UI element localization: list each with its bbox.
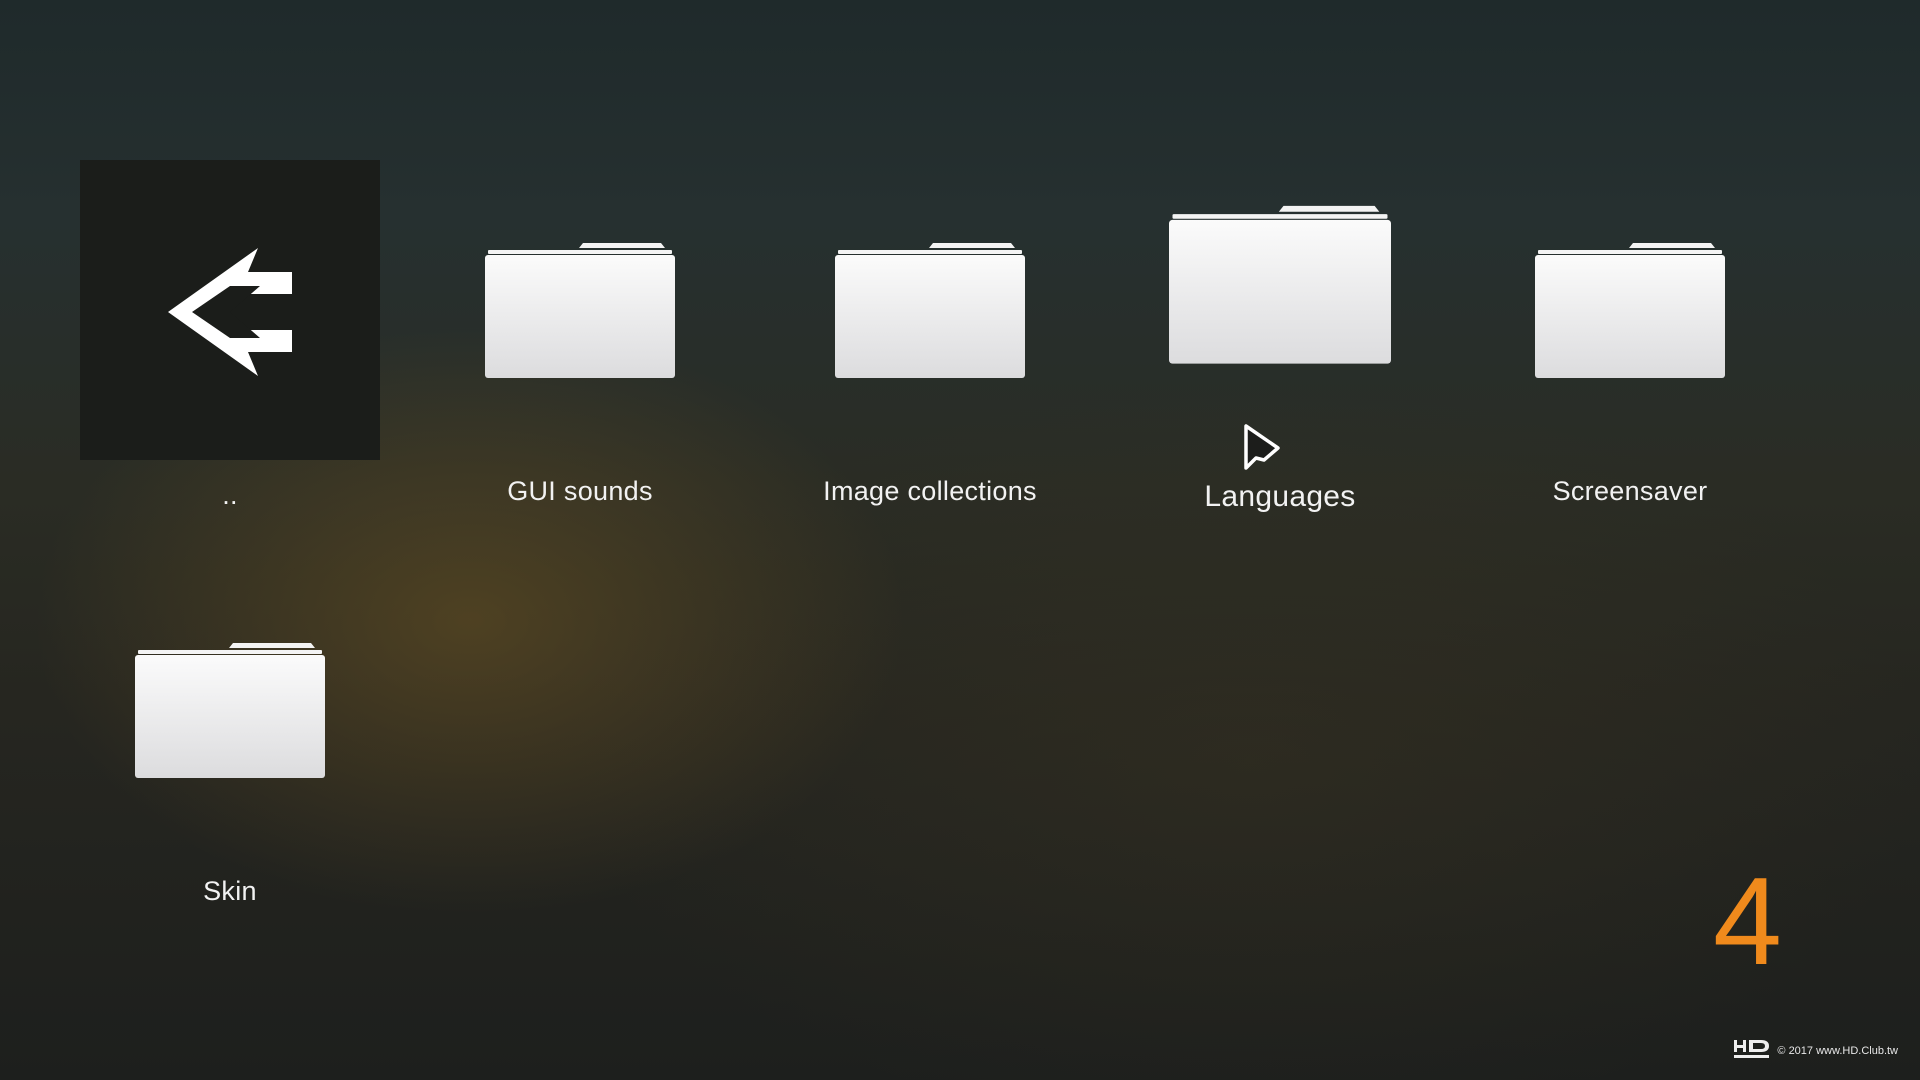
folder-icon: [1535, 240, 1725, 378]
folder-icon: [835, 240, 1025, 378]
item-label: Skin: [203, 876, 257, 906]
mouse-pointer-icon: [1244, 424, 1280, 470]
folder-item-skin[interactable]: Skin: [55, 540, 405, 940]
folder-item-image-collections[interactable]: Image collections: [755, 140, 1105, 540]
back-tile: [80, 160, 380, 460]
folder-item-languages[interactable]: Languages: [1105, 140, 1455, 540]
back-arrow-icon: [168, 248, 292, 376]
watermark-text: © 2017 www.HD.Club.tw: [1777, 1044, 1898, 1057]
folder-icon: [485, 240, 675, 378]
folder-item-screensaver[interactable]: Screensaver: [1455, 140, 1805, 540]
watermark-logo: [1733, 1039, 1771, 1062]
folder-icon: [135, 640, 325, 778]
item-label: Languages: [1204, 480, 1356, 513]
watermark: © 2017 www.HD.Club.tw: [1733, 1039, 1898, 1062]
item-label: GUI sounds: [507, 476, 653, 506]
item-label: Image collections: [823, 476, 1037, 506]
parent-directory-item[interactable]: ..: [55, 140, 405, 540]
item-label: Screensaver: [1552, 476, 1708, 506]
folder-icon: [1169, 202, 1391, 364]
folder-item-gui-sounds[interactable]: GUI sounds: [405, 140, 755, 540]
item-label: ..: [222, 480, 238, 510]
item-counter: 4: [1713, 853, 1782, 991]
